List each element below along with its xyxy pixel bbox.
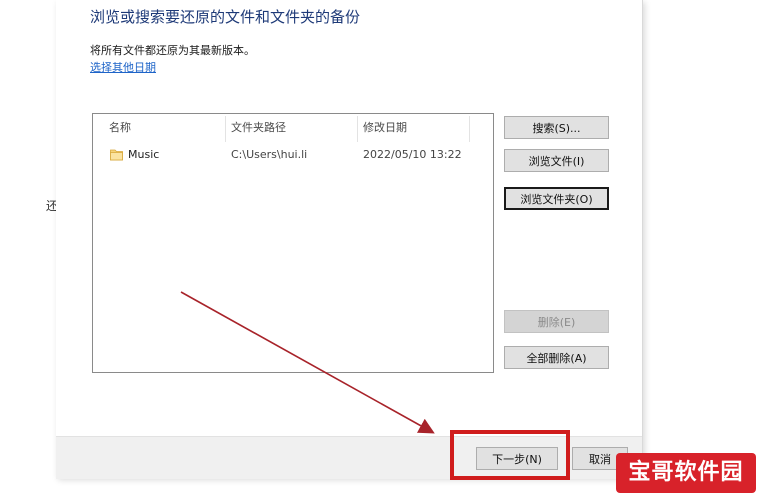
- annotation-highlight-box: [450, 430, 570, 480]
- annotation-arrow: [180, 291, 435, 434]
- watermark-logo: 宝哥软件园: [616, 453, 756, 493]
